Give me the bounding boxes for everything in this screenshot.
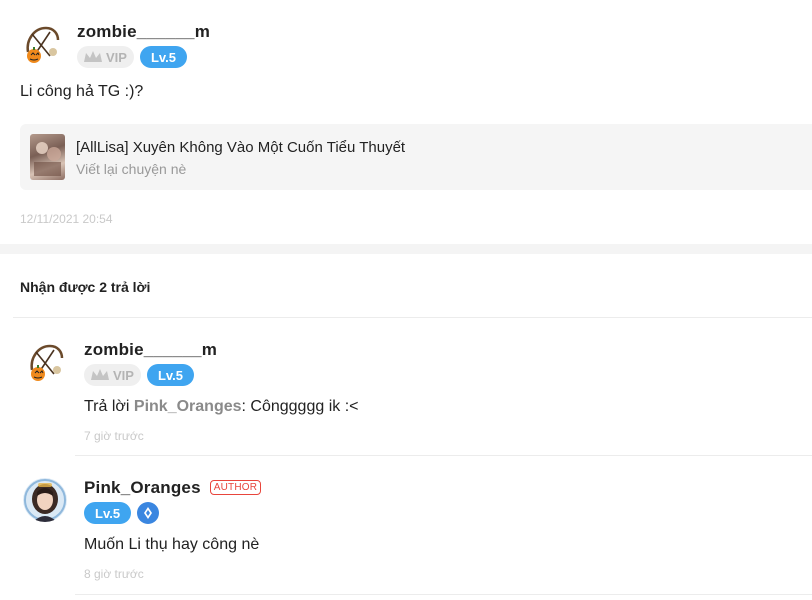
post-badges: VIP Lv.5	[77, 46, 188, 68]
mention-link[interactable]: Pink_Oranges	[134, 398, 242, 415]
post-avatar[interactable]	[20, 22, 64, 66]
reply-username[interactable]: zombie______m	[84, 340, 217, 360]
level-badge: Lv.5	[146, 364, 195, 386]
replies-header: Nhận được 2 trả lời	[20, 279, 151, 295]
header-divider	[13, 317, 812, 318]
reply-text: Muốn Li thụ hay công nè	[84, 536, 260, 553]
reply-avatar[interactable]	[24, 340, 68, 384]
halloween-avatar-icon	[20, 22, 64, 66]
reply-badges: VIP Lv.5	[84, 364, 195, 386]
book-cover-image	[30, 134, 65, 180]
vip-label: VIP	[106, 49, 127, 65]
book-card[interactable]: [AllLisa] Xuyên Không Vào Một Cuốn Tiểu …	[20, 124, 812, 190]
reply-username-text[interactable]: Pink_Oranges	[84, 478, 201, 497]
profile-photo-icon	[23, 478, 67, 522]
reply-divider	[75, 455, 812, 456]
crown-icon	[84, 51, 102, 62]
reply-body: : Cônggggg ik :<	[241, 398, 359, 415]
reply-badges: Lv.5	[84, 502, 160, 524]
post-timestamp: 12/11/2021 20:54	[20, 212, 113, 226]
reply-time: 8 giờ trước	[84, 567, 144, 581]
halloween-avatar-icon	[24, 340, 68, 384]
book-title: [AllLisa] Xuyên Không Vào Một Cuốn Tiểu …	[76, 139, 406, 156]
vip-label: VIP	[113, 367, 134, 383]
reply-divider	[75, 594, 812, 595]
reply-avatar[interactable]	[23, 478, 67, 522]
reply-text: Trả lời Pink_Oranges: Cônggggg ik :<	[84, 398, 358, 416]
level-badge: Lv.5	[139, 46, 188, 68]
level-badge: Lv.5	[84, 502, 132, 524]
crown-icon	[91, 369, 109, 380]
post-username[interactable]: zombie______m	[77, 22, 210, 42]
medal-icon	[137, 502, 160, 524]
book-subtitle: Viết lại chuyện nè	[76, 161, 187, 177]
reply-prefix: Trả lời	[84, 398, 134, 415]
reply-username[interactable]: Pink_Oranges AUTHOR	[84, 478, 262, 498]
vip-badge: VIP	[84, 364, 141, 386]
reply-time: 7 giờ trước	[84, 429, 144, 443]
vip-badge: VIP	[77, 46, 134, 68]
post-text: Li công hả TG :)?	[20, 83, 144, 100]
author-badge: AUTHOR	[209, 480, 262, 495]
section-separator	[0, 244, 812, 254]
